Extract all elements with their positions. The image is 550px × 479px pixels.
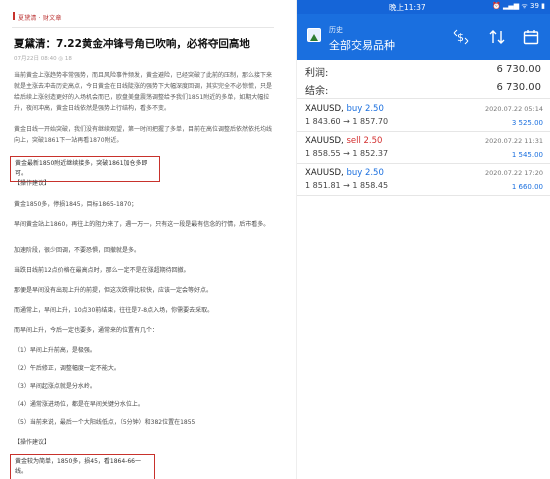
divider (297, 195, 550, 196)
article-line: 而通常上，早间上升，10点30前结束，往往是7-8点入场，你需要去采取。 (14, 307, 214, 314)
trade-date: 2020.07.22 17:20 (484, 169, 543, 177)
breadcrumb[interactable]: 夏黛清 · 财文章 (18, 13, 62, 22)
article-paragraph: 当前黄金上涨趋势非常强势，而且风险事件频发，黄金避险，已经突破了此前的压制，那么… (14, 72, 273, 112)
section-heading: 【操作建议】 (14, 180, 51, 187)
trade-side: buy 2.50 (346, 104, 384, 114)
article-line: （1）早间上升前高，是极强。 (14, 347, 96, 354)
breadcrumb-marker (13, 12, 15, 20)
sort-icon[interactable] (489, 29, 505, 49)
trade-prices: 1 843.60 → 1 857.70 (305, 117, 389, 126)
trade-row[interactable]: XAUUSD, sell 2.50 2020.07.22 11:31 1 858… (305, 136, 543, 172)
article-line: 当跌日线前12点价格在最高点时，那么一定不是在涨超期待回撤。 (14, 267, 190, 274)
dollar-exchange-icon[interactable]: $ (453, 29, 469, 49)
article-line: 加速阶段，很少回调，不要恐惧，回撤就是多。 (14, 247, 141, 254)
highlight-box: 黄金较为简单，1850多，损45，看1864-66一线。 (10, 454, 155, 479)
app-avatar-icon[interactable] (307, 28, 321, 42)
section-heading: 【操作建议】 (14, 439, 51, 446)
status-icons: ⏰ ▂▄▆ ᯤ 39 ▮ (492, 2, 545, 10)
trade-symbol: XAUUSD, (305, 168, 344, 178)
article-line: （3）早间起涨点就是分水岭。 (14, 383, 96, 390)
article-panel: 夏黛清 · 财文章 夏黛清：7.22黄金冲锋号角已吹响，必将夺回高地 07月22… (0, 0, 280, 479)
article-line: 那便是早间没有出现上升的前提，但这次跌得比较快，应该一定会等好点。 (14, 287, 213, 294)
dollar-exchange-glyph: $ (453, 29, 469, 45)
article-title: 夏黛清：7.22黄金冲锋号角已吹响，必将夺回高地 (14, 38, 250, 50)
svg-text:$: $ (457, 31, 464, 44)
history-label: 历史 (329, 26, 343, 34)
profit-label: 利润: (305, 68, 329, 79)
trade-symbol: XAUUSD, (305, 104, 344, 114)
sort-arrows-glyph (489, 30, 505, 44)
divider (12, 27, 274, 28)
summary-profit-row: 利润: 6 730.00 (305, 64, 541, 79)
trade-profit: 1 545.00 (511, 151, 543, 159)
calendar-icon[interactable] (523, 29, 539, 49)
trade-side: buy 2.50 (346, 168, 384, 178)
trade-date: 2020.07.22 05:14 (484, 105, 543, 113)
divider (297, 98, 550, 99)
balance-label: 结余: (305, 86, 329, 97)
trade-side: sell 2.50 (346, 136, 383, 146)
article-line: （5）当前来说，最后一个大阳线低点，（5分钟）和382位置在1855 (14, 419, 196, 426)
article-line: 早间黄金站上1860，再往上的阻力来了，遇一万一，只有这一段是最有信念的行情，后… (14, 221, 270, 228)
balance-value: 6 730.00 (496, 82, 541, 93)
article-line: 黄金1850多，停损1845，目标1865-1870； (14, 201, 138, 208)
article-line: （4）通常涨进场位，都是在早间关键分水位上。 (14, 401, 144, 408)
article-line: （2）午后修正，调整幅度一定不能大。 (14, 365, 120, 372)
profit-value: 6 730.00 (496, 64, 541, 75)
trade-prices: 1 858.55 → 1 852.37 (305, 149, 389, 158)
trading-history-panel: 晚上11:37 ⏰ ▂▄▆ ᯤ 39 ▮ 历史 全部交易品种 $ 利润: 6 7… (296, 0, 550, 479)
trade-symbol: XAUUSD, (305, 136, 344, 146)
app-logo-icon (310, 34, 318, 41)
article-paragraph: 黄金日线一开始突破，我们没有继续观望，第一时间把握了多单，目前在高位调整后依然依… (14, 126, 273, 144)
divider (297, 131, 550, 132)
calendar-glyph (523, 30, 539, 45)
trade-profit: 1 660.00 (511, 183, 543, 191)
all-symbols-selector[interactable]: 全部交易品种 (329, 37, 395, 53)
status-time: 晚上11:37 (389, 3, 426, 12)
trade-row[interactable]: XAUUSD, buy 2.50 2020.07.22 05:14 1 843.… (305, 104, 543, 140)
trade-profit: 3 525.00 (511, 119, 543, 127)
trade-row[interactable]: XAUUSD, buy 2.50 2020.07.22 17:20 1 851.… (305, 168, 543, 204)
toolbar: 历史 全部交易品种 $ (297, 14, 550, 60)
article-line: 而早间上升，今后一定也要多，通常来的位置有几个： (14, 327, 159, 334)
article-meta: 07月22日 08:40 ◎ 18 (14, 56, 72, 62)
trade-prices: 1 851.81 → 1 858.45 (305, 181, 389, 190)
divider (297, 163, 550, 164)
status-bar: 晚上11:37 ⏰ ▂▄▆ ᯤ 39 ▮ (297, 0, 550, 14)
trade-date: 2020.07.22 11:31 (484, 137, 543, 145)
summary-balance-row: 结余: 6 730.00 (305, 82, 541, 97)
